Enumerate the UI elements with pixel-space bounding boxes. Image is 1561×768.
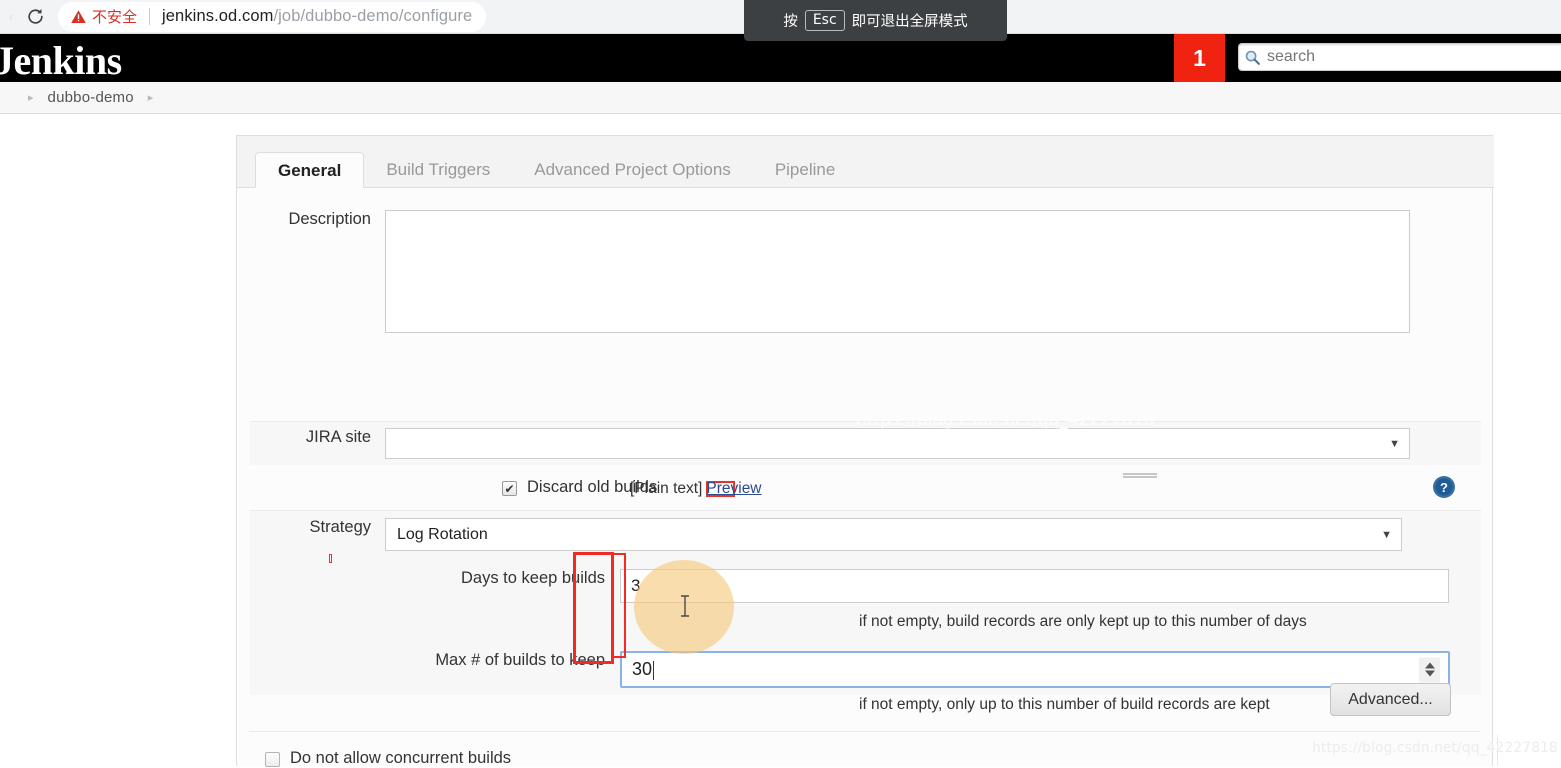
annotation-rect-thick: [573, 552, 614, 664]
days-to-keep-builds-label: Days to keep builds: [461, 569, 605, 587]
max-builds-to-keep-input[interactable]: 30: [620, 651, 1450, 688]
jira-site-row: JIRA site ▼: [237, 428, 1494, 459]
text-cursor-icon: [681, 595, 689, 617]
toast-prefix: 按: [783, 14, 798, 30]
concurrent-builds-checkbox[interactable]: [265, 752, 280, 767]
tab-build-triggers[interactable]: Build Triggers: [364, 152, 512, 188]
breadcrumb-arrow-right[interactable]: ▸: [148, 91, 154, 104]
omnibox-divider: [149, 8, 151, 25]
reload-icon[interactable]: [20, 2, 50, 32]
page-watermark: https://blog.csdn.net/qq_42227818: [1312, 740, 1558, 756]
spinner-up-arrow[interactable]: [1424, 662, 1435, 669]
discard-old-builds-checkbox[interactable]: ✔: [502, 481, 517, 496]
tab-pipeline[interactable]: Pipeline: [753, 152, 858, 188]
days-to-keep-builds-input[interactable]: 3: [620, 569, 1449, 603]
strategy-select[interactable]: Log Rotation ▼: [385, 518, 1402, 551]
back-button[interactable]: ‹: [4, 0, 18, 34]
description-label: Description: [288, 210, 371, 228]
config-tab-bar: General Build Triggers Advanced Project …: [237, 136, 1494, 188]
esc-key-badge: Esc: [804, 9, 845, 32]
breadcrumb-item-dubbo-demo[interactable]: dubbo-demo: [48, 89, 134, 106]
address-bar[interactable]: 不安全 jenkins.od.com/job/dubbo-demo/config…: [58, 1, 487, 32]
breadcrumb-arrow-left: ▸: [28, 92, 34, 104]
jira-site-label: JIRA site: [305, 428, 371, 446]
tab-general[interactable]: General: [255, 152, 365, 188]
description-preview-link[interactable]: Preview: [706, 480, 761, 497]
tab-advanced-project-options[interactable]: Advanced Project Options: [512, 152, 753, 188]
advanced-button[interactable]: Advanced...: [1330, 683, 1451, 716]
chevron-down-icon: ▼: [1389, 437, 1400, 450]
search-input[interactable]: [1265, 47, 1545, 67]
spinner-down-arrow[interactable]: [1424, 670, 1435, 677]
breadcrumb: ▸ dubbo-demo ▸: [0, 82, 1561, 114]
toast-suffix: 即可退出全屏模式: [851, 14, 968, 30]
max-builds-to-keep-row: Max # of builds to keep 30: [237, 651, 1494, 688]
text-caret: [653, 661, 655, 680]
max-builds-to-keep-label: Max # of builds to keep: [435, 651, 605, 669]
max-builds-to-keep-hint: if not empty, only up to this number of …: [859, 696, 1270, 713]
strategy-label: Strategy: [309, 518, 371, 536]
search-box[interactable]: [1238, 43, 1561, 71]
not-secure-label: 不安全: [92, 8, 138, 26]
strategy-row: Strategy Log Rotation ▼: [237, 518, 1494, 563]
days-to-keep-builds-hint: if not empty, build records are only kep…: [859, 613, 1307, 630]
svg-text:?: ?: [1440, 480, 1448, 495]
job-config-panel: General Build Triggers Advanced Project …: [236, 135, 1494, 766]
notification-badge[interactable]: 1: [1174, 34, 1225, 82]
annotation-rect-thin: [612, 553, 626, 658]
fullscreen-exit-toast: 按 Esc 即可退出全屏模式: [744, 0, 1007, 41]
annotation-mark-strategy: [329, 554, 332, 563]
warning-triangle-icon: [71, 9, 86, 23]
days-to-keep-builds-row: Days to keep builds 3: [237, 569, 1494, 603]
help-question-icon[interactable]: ?: [1432, 475, 1456, 504]
url-path: /job/dubbo-demo/configure: [273, 7, 473, 25]
description-format-row: [Plain text] Preview: [630, 480, 762, 498]
site-security-indicator[interactable]: 不安全: [70, 6, 137, 27]
textarea-resize-handle[interactable]: [1123, 473, 1157, 475]
url-text[interactable]: jenkins.od.com/job/dubbo-demo/configure: [162, 7, 472, 26]
search-icon: [1245, 50, 1260, 65]
plain-text-label: [Plain text]: [630, 480, 703, 497]
max-builds-to-keep-value: 30: [632, 659, 653, 679]
strategy-value: Log Rotation: [397, 525, 488, 543]
concurrent-builds-label[interactable]: Do not allow concurrent builds: [290, 749, 511, 768]
chevron-down-icon: ▼: [1381, 528, 1392, 541]
number-spinner-icon[interactable]: [1419, 657, 1440, 682]
config-form: Description JIRA site ▼ ✔ Discard old bu…: [237, 188, 1494, 713]
description-textarea[interactable]: [385, 210, 1410, 333]
jenkins-logo[interactable]: Jenkins: [0, 37, 122, 84]
url-host: jenkins.od.com: [162, 7, 274, 25]
description-row: Description: [237, 188, 1494, 333]
jira-site-select[interactable]: ▼: [385, 428, 1410, 459]
